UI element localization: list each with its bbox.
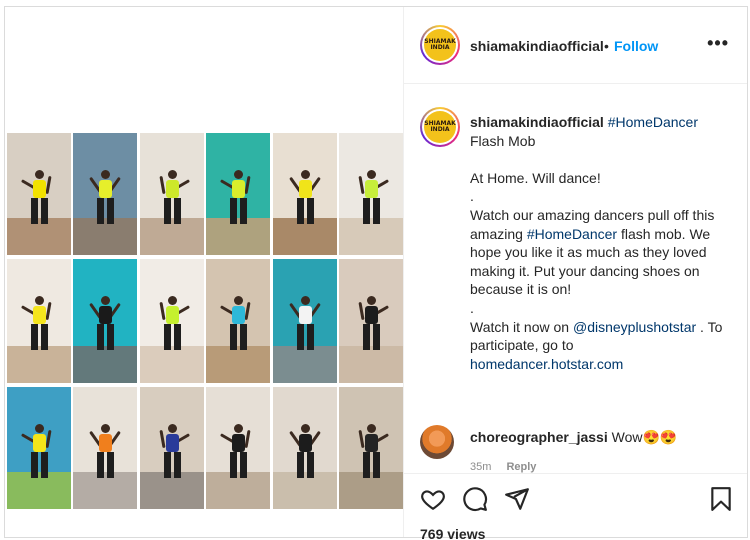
dancer-video-tile [272, 259, 337, 383]
dancer-video-tile [272, 387, 337, 509]
caption-avatar[interactable]: SHIAMAK INDIA [420, 107, 460, 147]
post-header: SHIAMAK INDIA shiamakindiaofficial • Fol… [404, 7, 747, 84]
caption-hashtag[interactable]: #HomeDancer [608, 114, 698, 130]
dancer-figure [358, 423, 389, 484]
reply-button[interactable]: Reply [506, 461, 536, 473]
dancer-video-tile [73, 259, 138, 383]
dancer-video-grid [7, 133, 403, 509]
dancer-video-tile [73, 387, 138, 509]
post-media[interactable] [5, 7, 403, 537]
dancer-figure [358, 169, 389, 230]
caption-url-link[interactable]: homedancer.hotstar.com [470, 355, 736, 374]
view-count: 769 views [420, 526, 486, 540]
dancer-figure [288, 169, 321, 230]
follow-button[interactable]: Follow [614, 38, 658, 54]
dancer-figure [20, 169, 52, 230]
dancer-figure [358, 296, 389, 356]
comment-icon[interactable] [462, 486, 488, 512]
separator-dot: • [604, 38, 609, 54]
caption-mention[interactable]: @disneyplushotstar [573, 319, 696, 335]
caption-dot-1: . [470, 188, 474, 205]
heart-icon[interactable] [420, 486, 446, 512]
dancer-figure [159, 296, 190, 356]
action-bar: 769 views [404, 473, 747, 540]
caption-dot-2: . [470, 299, 474, 316]
dancer-video-tile [206, 133, 271, 255]
dancer-video-tile [7, 387, 71, 509]
dancer-figure [89, 169, 122, 230]
dancer-video-tile [338, 387, 403, 509]
profile-avatar[interactable]: SHIAMAK INDIA [420, 25, 460, 65]
dancer-figure [220, 169, 251, 230]
dancer-figure [220, 423, 251, 484]
caption-line-1: Flash Mob [470, 132, 536, 149]
dancer-video-tile [139, 387, 204, 509]
dancer-video-tile [338, 259, 403, 383]
dancer-figure [159, 423, 190, 484]
comment-text: Wow😍😍 [611, 429, 678, 445]
comment-time: 35m [470, 461, 492, 473]
shiamak-logo: SHIAMAK INDIA [424, 29, 456, 61]
dancer-video-tile [338, 133, 403, 255]
dancer-video-tile [73, 133, 138, 255]
dancer-figure [220, 296, 251, 356]
more-options-icon[interactable]: ••• [707, 33, 729, 54]
dancer-figure [89, 296, 122, 356]
shiamak-logo: SHIAMAK INDIA [424, 111, 456, 143]
dancer-video-tile [139, 133, 204, 255]
caption-line-4a: Watch it now on [470, 318, 573, 335]
dancer-figure [159, 169, 190, 230]
dancer-figure [288, 296, 321, 356]
comment-username[interactable]: choreographer_jassi [470, 429, 608, 445]
caption-hashtag-2[interactable]: #HomeDancer [527, 226, 617, 242]
dancer-video-tile [206, 259, 271, 383]
caption-username[interactable]: shiamakindiaofficial [470, 114, 604, 130]
dancer-figure [288, 423, 321, 484]
post-dialog: SHIAMAK INDIA shiamakindiaofficial • Fol… [4, 6, 748, 540]
dancer-figure [89, 423, 122, 484]
commenter-avatar[interactable] [420, 425, 454, 459]
bookmark-icon[interactable] [708, 486, 734, 512]
caption-line-2: At Home. Will dance! [470, 169, 601, 186]
dancer-video-tile [272, 133, 337, 255]
dancer-video-tile [206, 387, 271, 509]
dancer-video-tile [7, 259, 71, 383]
post-sidebar: SHIAMAK INDIA shiamakindiaofficial • Fol… [403, 7, 747, 540]
caption-text: shiamakindiaofficial #HomeDancer Flash M… [470, 113, 736, 373]
dancer-video-tile [7, 133, 71, 255]
dancer-figure [20, 296, 52, 356]
dancer-video-tile [139, 259, 204, 383]
header-username[interactable]: shiamakindiaofficial [470, 38, 604, 54]
dancer-figure [20, 423, 52, 484]
share-icon[interactable] [504, 486, 530, 512]
